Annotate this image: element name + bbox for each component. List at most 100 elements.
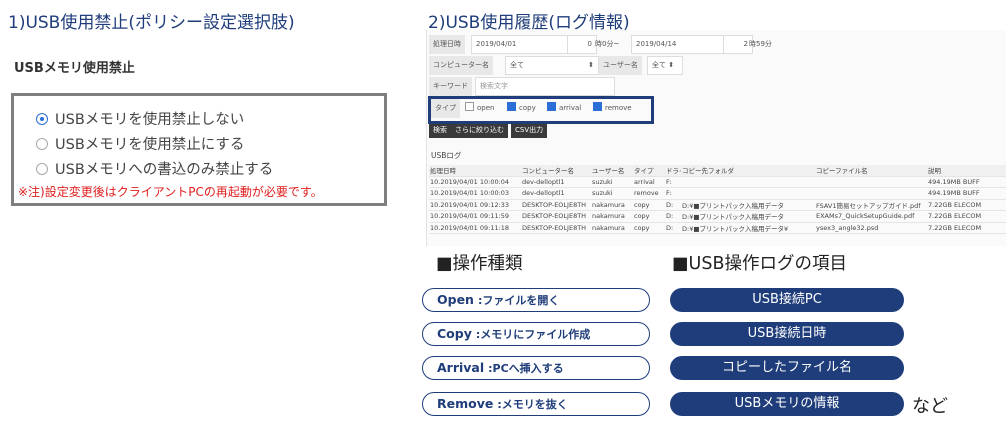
table-cell: copy bbox=[633, 210, 665, 223]
option-allow-usb[interactable]: USBメモリを使用禁止しない bbox=[36, 108, 244, 129]
table-cell: nakamura bbox=[591, 222, 633, 234]
table-cell: D: bbox=[665, 210, 681, 223]
search-button[interactable]: 検索 bbox=[429, 123, 451, 138]
table-cell: arrival bbox=[633, 176, 665, 188]
user-select[interactable]: 全て ⬍ bbox=[647, 56, 683, 75]
refine-button[interactable]: さらに絞り込む bbox=[451, 123, 508, 138]
table-cell: 10.2019/04/01 09:11:59 bbox=[429, 210, 521, 223]
csv-export-button[interactable]: CSV出力 bbox=[511, 123, 548, 138]
policy-options-box: USBメモリを使用禁止しない USBメモリを使用禁止にする USBメモリへの書込… bbox=[11, 93, 387, 206]
table-cell: 10.2019/04/01 10:00:03 bbox=[429, 187, 521, 200]
operation-name: Open bbox=[437, 292, 474, 307]
column-header[interactable]: コピーファイル名 bbox=[815, 165, 927, 177]
hour-from-input[interactable]: 0 bbox=[567, 35, 597, 54]
table-cell: 7.22GB ELECOM bbox=[927, 199, 1006, 211]
table-cell: nakamura bbox=[591, 199, 633, 211]
operation-desc: :ファイルを開く bbox=[477, 294, 560, 307]
log-item-pill: USBメモリの情報 bbox=[670, 392, 904, 416]
usb-log-table: 処理日時 コンピューター名 ユーザー名 タイプ ドライ コピー先フォルダ コピー… bbox=[429, 165, 1006, 234]
restart-note: ※注)設定変更後はクライアントPCの再起動が必要です。 bbox=[18, 185, 323, 199]
table-cell: F: bbox=[665, 187, 681, 200]
operation-desc: :PCへ挿入する bbox=[488, 362, 564, 375]
usb-log-screen: 処理日時 2019/04/01 0 時0分~ 2019/04/14 2 時59分… bbox=[426, 30, 1006, 246]
table-cell: 10.2019/04/01 10:00:04 bbox=[429, 176, 521, 188]
table-cell: dev-delloptl1 bbox=[521, 187, 591, 200]
radio-unselected-icon[interactable] bbox=[36, 163, 48, 175]
table-row[interactable]: 10.2019/04/01 10:00:04 dev-delloptl1 suzuk… bbox=[429, 176, 1006, 188]
table-cell bbox=[681, 187, 815, 200]
option-label: USBメモリへの書込のみ禁止する bbox=[55, 162, 274, 178]
column-header[interactable]: 処理日時 bbox=[429, 165, 521, 177]
table-cell: suzuki bbox=[591, 176, 633, 188]
table-cell: ysex3_angle32.psd bbox=[815, 222, 927, 234]
option-label: USBメモリを使用禁止にする bbox=[55, 137, 245, 153]
table-cell: EXAMs7_QuickSetupGuide.pdf bbox=[815, 210, 927, 223]
table-cell bbox=[681, 176, 815, 188]
table-cell: dev-delloptl1 bbox=[521, 176, 591, 188]
computer-value: 全て bbox=[510, 61, 524, 69]
operation-name: Remove bbox=[437, 396, 494, 411]
table-row[interactable]: 10.2019/04/01 09:11:18 DESKTOP-EOLJE8TH na… bbox=[429, 222, 1006, 234]
table-cell: DESKTOP-EOLJE8TH bbox=[521, 210, 591, 223]
radio-selected-icon[interactable] bbox=[36, 113, 48, 125]
table-cell: 10.2019/04/01 09:12:33 bbox=[429, 199, 521, 211]
table-cell bbox=[815, 187, 927, 200]
option-label: USBメモリを使用禁止しない bbox=[55, 112, 245, 128]
table-cell: remove bbox=[633, 187, 665, 200]
computer-select[interactable]: 全て ⬍ bbox=[505, 56, 599, 75]
table-cell: suzuki bbox=[591, 187, 633, 200]
table-cell: D:¥■プリントパック入稿用データ¥ bbox=[681, 222, 815, 234]
log-item-pill: USB接続日時 bbox=[670, 322, 904, 346]
table-cell: FSAV1簡易セットアップガイド.pdf bbox=[815, 199, 927, 211]
operation-desc: :メモリを抜く bbox=[497, 398, 568, 411]
select-arrow-icon: ⬍ bbox=[668, 61, 675, 69]
table-cell: 10.2019/04/01 09:11:18 bbox=[429, 222, 521, 234]
operation-open: Open :ファイルを開く bbox=[422, 288, 650, 312]
operation-copy: Copy :メモリにファイル作成 bbox=[422, 322, 650, 346]
user-label: ユーザー名 bbox=[599, 56, 642, 75]
column-header[interactable]: コピー先フォルダ bbox=[681, 165, 815, 177]
etc-label: など bbox=[912, 396, 948, 417]
keyword-label: キーワード bbox=[429, 77, 472, 96]
table-cell: copy bbox=[633, 199, 665, 211]
table-cell: D: bbox=[665, 222, 681, 234]
table-row[interactable]: 10.2019/04/01 09:12:33 DESKTOP-EOLJE8TH na… bbox=[429, 199, 1006, 211]
date-from-input[interactable]: 2019/04/01 bbox=[471, 35, 571, 54]
table-cell: D: bbox=[665, 199, 681, 211]
table-cell: F: bbox=[665, 176, 681, 188]
log-item-pill: USB接続PC bbox=[670, 288, 904, 312]
select-arrow-icon: ⬍ bbox=[588, 61, 594, 69]
user-value: 全て bbox=[652, 61, 666, 69]
column-header[interactable]: ドライ bbox=[665, 165, 681, 177]
policy-section-title: 1)USB使用禁止(ポリシー設定選択肢) bbox=[8, 13, 295, 33]
table-cell: DESKTOP-EOLJE8TH bbox=[521, 199, 591, 211]
radio-unselected-icon[interactable] bbox=[36, 138, 48, 150]
column-header[interactable]: タイプ bbox=[633, 165, 665, 177]
table-cell: D:¥■プリントパック入稿用データ bbox=[681, 210, 815, 223]
log-item-pill: コピーしたファイル名 bbox=[670, 356, 904, 380]
hour-to-suffix: 時59分 bbox=[749, 40, 772, 48]
table-header-row: 処理日時 コンピューター名 ユーザー名 タイプ ドライ コピー先フォルダ コピー… bbox=[429, 165, 1006, 177]
operation-name: Copy bbox=[437, 326, 472, 341]
table-cell: copy bbox=[633, 222, 665, 234]
table-row[interactable]: 10.2019/04/01 09:11:59 DESKTOP-EOLJE8TH na… bbox=[429, 210, 1006, 223]
column-header[interactable]: 説明 bbox=[927, 165, 1006, 177]
table-cell: D:¥■プリントパック入稿用データ bbox=[681, 199, 815, 211]
column-header[interactable]: コンピューター名 bbox=[521, 165, 591, 177]
table-cell: 494.19MB BUFF bbox=[927, 176, 1006, 188]
log-heading: USBログ bbox=[431, 151, 462, 160]
operation-name: Arrival bbox=[437, 360, 485, 375]
computer-label: コンピューター名 bbox=[429, 56, 493, 75]
policy-subtitle: USBメモリ使用禁止 bbox=[14, 61, 135, 76]
table-cell: DESKTOP-EOLJE8TH bbox=[521, 222, 591, 234]
option-block-write[interactable]: USBメモリへの書込のみ禁止する bbox=[36, 158, 273, 179]
option-block-usb[interactable]: USBメモリを使用禁止にする bbox=[36, 133, 244, 154]
type-filter-highlight bbox=[428, 96, 654, 124]
operations-heading: ■操作種類 bbox=[436, 254, 523, 274]
column-header[interactable]: ユーザー名 bbox=[591, 165, 633, 177]
operation-arrival: Arrival :PCへ挿入する bbox=[422, 356, 650, 380]
date-to-input[interactable]: 2019/04/14 bbox=[631, 35, 727, 54]
operation-desc: :メモリにファイル作成 bbox=[475, 328, 591, 341]
table-row[interactable]: 10.2019/04/01 10:00:03 dev-delloptl1 suzuk… bbox=[429, 187, 1006, 200]
keyword-input[interactable]: 検索文字 bbox=[475, 77, 615, 96]
